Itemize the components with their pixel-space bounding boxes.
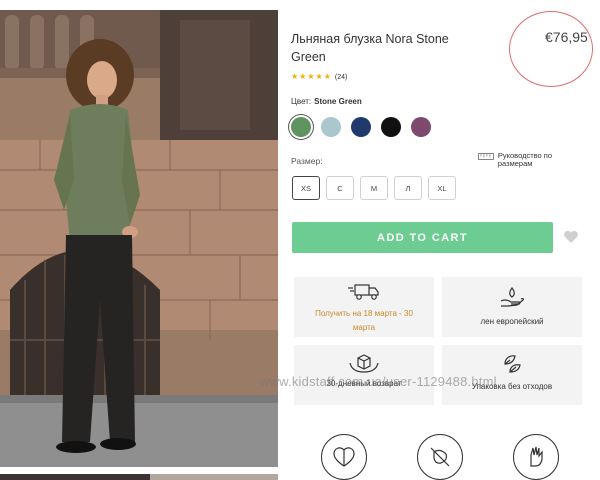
star-icon: ★ bbox=[323, 72, 331, 81]
bottom-feature-2 bbox=[417, 434, 463, 480]
no-bleach-icon bbox=[430, 447, 450, 467]
linen-text: лен европейский bbox=[480, 317, 544, 326]
size-guide-label: Руководство по размерам bbox=[497, 151, 553, 168]
size-label: Размер: bbox=[291, 156, 323, 166]
star-icon: ★ bbox=[307, 72, 315, 81]
size-option-xs[interactable]: XS bbox=[292, 176, 320, 200]
color-swatch-navy[interactable] bbox=[351, 117, 371, 137]
product-photo[interactable] bbox=[0, 10, 278, 467]
linen-card: лен европейский bbox=[442, 277, 582, 337]
box-return-icon bbox=[349, 354, 379, 373]
color-swatches bbox=[291, 117, 431, 137]
color-swatch-light-blue[interactable] bbox=[321, 117, 341, 137]
color-label: Цвет: bbox=[291, 97, 312, 106]
gallery-thumbnails[interactable] bbox=[0, 474, 278, 480]
color-label-row: Цвет: Stone Green bbox=[291, 97, 362, 106]
color-swatch-black[interactable] bbox=[381, 117, 401, 137]
ruler-icon bbox=[478, 153, 494, 160]
rating[interactable]: ★ ★ ★ ★ ★ (24) bbox=[291, 72, 347, 82]
hand-plant-icon bbox=[500, 286, 524, 307]
color-swatch-stone-green[interactable] bbox=[291, 117, 311, 137]
delivery-text: Получить на 18 марта - 30 марта bbox=[315, 309, 413, 332]
size-guide-link[interactable]: Руководство по размерам bbox=[478, 152, 588, 168]
heart-icon[interactable] bbox=[563, 230, 579, 244]
watermark: www.kidstaff.com.ua/user-1129488.html bbox=[260, 374, 497, 389]
star-icon: ★ bbox=[291, 72, 299, 81]
rating-count: (24) bbox=[334, 73, 348, 81]
price-annotation-circle bbox=[509, 11, 593, 87]
product-title: Льняная блузка Nora Stone Green bbox=[291, 32, 449, 64]
size-option-s[interactable]: С bbox=[326, 176, 354, 200]
bottom-feature-1 bbox=[321, 434, 367, 480]
eco-leaf-icon bbox=[504, 355, 521, 373]
bottom-feature-3 bbox=[513, 434, 559, 480]
hand-care-icon bbox=[530, 446, 543, 467]
gallery-thumbnail[interactable] bbox=[150, 474, 278, 480]
delivery-card: Получить на 18 марта - 30 марта bbox=[294, 277, 434, 337]
size-option-l[interactable]: Л bbox=[394, 176, 422, 200]
delivery-truck-icon bbox=[348, 284, 379, 300]
color-selected-name: Stone Green bbox=[314, 97, 362, 106]
add-to-cart-button[interactable]: ADD TO CART bbox=[292, 222, 553, 253]
star-icon: ★ bbox=[315, 72, 323, 81]
fabric-icon bbox=[333, 447, 355, 467]
size-option-m[interactable]: М bbox=[360, 176, 388, 200]
size-option-xl[interactable]: XL bbox=[428, 176, 456, 200]
color-swatch-plum[interactable] bbox=[411, 117, 431, 137]
product-price: €76,95 bbox=[545, 29, 588, 45]
size-options: XS С М Л XL bbox=[292, 176, 456, 200]
star-icon: ★ bbox=[299, 72, 307, 81]
